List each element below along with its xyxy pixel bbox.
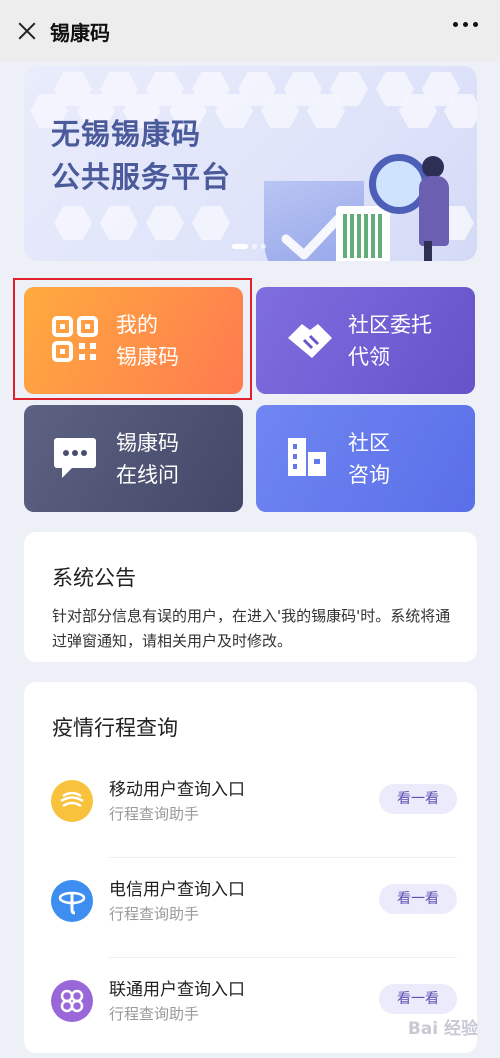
item-subtitle: 行程查询助手	[109, 805, 200, 823]
list-item[interactable]: 电信用户查询入口 行程查询助手 看一看	[24, 858, 477, 958]
trip-query-title: 疫情行程查询	[52, 716, 178, 740]
page-title: 锡康码	[50, 20, 110, 45]
item-name: 电信用户查询入口	[109, 880, 245, 900]
trip-query-card: 疫情行程查询 移动用户查询入口 行程查询助手 看一看 电信用户查询入口 行程查询…	[24, 682, 477, 1053]
system-notice-card: 系统公告 针对部分信息有误的用户，在进入'我的锡康码'时。系统将通过弹窗通知，请…	[24, 532, 477, 662]
close-icon[interactable]	[14, 18, 40, 44]
qr-code-illustration	[336, 206, 390, 261]
tile-label-line1: 社区	[348, 430, 390, 455]
view-button[interactable]: 看一看	[379, 984, 457, 1014]
online-inquiry-tile[interactable]: 锡康码 在线问	[24, 405, 243, 512]
person-illustration	[422, 156, 444, 178]
notice-body: 针对部分信息有误的用户，在进入'我的锡康码'时。系统将通过弹窗通知，请相关用户及…	[52, 607, 451, 650]
building-icon	[284, 434, 334, 484]
tile-label-line2: 咨询	[348, 462, 390, 487]
item-name: 联通用户查询入口	[109, 980, 245, 1000]
tile-label-line1: 锡康码	[116, 430, 179, 455]
item-subtitle: 行程查询助手	[109, 905, 200, 923]
watermark: Bai 经验	[407, 1019, 478, 1039]
view-button[interactable]: 看一看	[379, 784, 457, 814]
china-unicom-icon	[51, 980, 93, 1022]
community-entrust-tile[interactable]: 社区委托 代领	[256, 287, 475, 394]
handshake-icon	[284, 316, 334, 366]
banner[interactable]: 无锡锡康码 公共服务平台	[24, 66, 477, 261]
tile-label-line2: 代领	[348, 344, 390, 369]
list-item[interactable]: 移动用户查询入口 行程查询助手 看一看	[24, 758, 477, 858]
view-button[interactable]: 看一看	[379, 884, 457, 914]
community-consult-tile[interactable]: 社区 咨询	[256, 405, 475, 512]
more-options-icon[interactable]	[453, 22, 478, 27]
top-bar: 锡康码	[0, 0, 500, 62]
highlight-box	[13, 278, 252, 400]
item-name: 移动用户查询入口	[109, 780, 245, 800]
china-mobile-icon	[51, 780, 93, 822]
china-telecom-icon	[51, 880, 93, 922]
tile-label-line2: 在线问	[116, 462, 179, 487]
list-item[interactable]: 联通用户查询入口 行程查询助手 看一看	[24, 958, 477, 1058]
notice-title: 系统公告	[52, 566, 136, 590]
tile-label-line1: 社区委托	[348, 312, 432, 337]
banner-title-line1: 无锡锡康码	[51, 117, 202, 151]
item-subtitle: 行程查询助手	[109, 1005, 200, 1023]
carousel-indicator[interactable]	[232, 244, 266, 249]
chat-bubble-icon	[52, 434, 102, 484]
banner-title-line2: 公共服务平台	[51, 160, 232, 194]
